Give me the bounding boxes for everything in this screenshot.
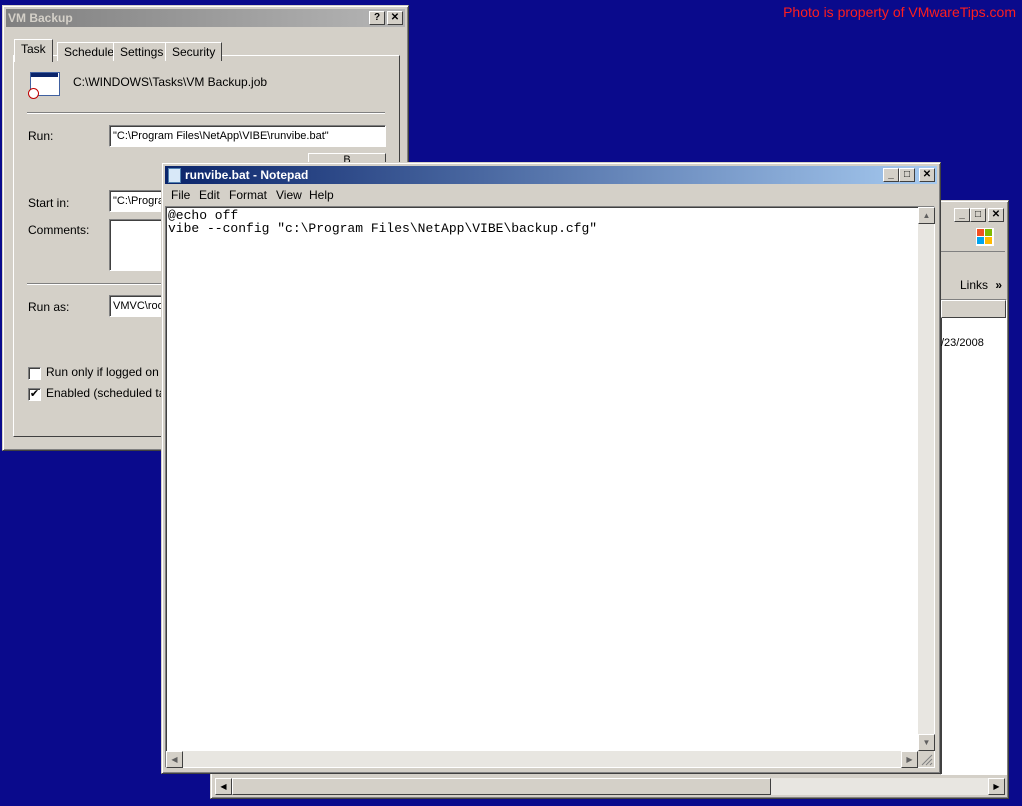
run-input[interactable]: "C:\Program Files\NetApp\VIBE\runvibe.ba… bbox=[109, 125, 386, 147]
links-toolbar-label[interactable]: Links » bbox=[960, 278, 1002, 292]
notepad-minimize-button[interactable]: _ bbox=[883, 168, 899, 182]
column-header[interactable] bbox=[941, 300, 1006, 318]
tab-security[interactable]: Security bbox=[165, 42, 223, 61]
windows-logo-icon bbox=[976, 228, 994, 246]
tab-task[interactable]: Task bbox=[14, 39, 53, 62]
scroll-left-button[interactable]: ◀ bbox=[215, 778, 232, 795]
vertical-scrollbar[interactable]: ▲ ▼ bbox=[918, 207, 935, 751]
explorer-minimize-button[interactable]: _ bbox=[954, 208, 970, 222]
explorer-maximize-button[interactable]: □ bbox=[970, 208, 986, 222]
divider-top bbox=[27, 112, 385, 114]
notepad-menubar: File Edit Format View Help bbox=[165, 185, 935, 205]
menu-file[interactable]: File bbox=[171, 188, 190, 202]
tab-settings[interactable]: Settings bbox=[113, 42, 171, 61]
vm-backup-close-button[interactable]: ✕ bbox=[387, 11, 403, 25]
notepad-scroll-right-button[interactable]: ▶ bbox=[901, 751, 918, 768]
explorer-close-button[interactable]: ✕ bbox=[988, 208, 1004, 222]
run-only-checkbox[interactable] bbox=[28, 367, 41, 380]
run-only-label: Run only if logged on bbox=[46, 365, 159, 379]
menu-view[interactable]: View bbox=[276, 188, 302, 202]
run-label: Run: bbox=[28, 129, 54, 143]
notepad-window[interactable]: runvibe.bat - Notepad _ □ ✕ File Edit Fo… bbox=[161, 162, 941, 774]
menu-edit[interactable]: Edit bbox=[199, 188, 220, 202]
vm-backup-title: VM Backup bbox=[8, 11, 73, 25]
menu-format[interactable]: Format bbox=[229, 188, 267, 202]
horizontal-scrollbar[interactable]: ◀ ▶ bbox=[166, 751, 918, 768]
task-file-icon bbox=[28, 72, 60, 100]
text-line-2: vibe --config "c:\Program Files\NetApp\V… bbox=[168, 221, 598, 236]
help-button[interactable]: ? bbox=[369, 11, 385, 25]
links-label: Links bbox=[960, 278, 989, 292]
scroll-thumb[interactable] bbox=[232, 778, 771, 795]
size-grip-lines bbox=[921, 754, 933, 766]
watermark-text: Photo is property of VMwareTips.com bbox=[783, 4, 1016, 20]
notepad-titlebar[interactable]: runvibe.bat - Notepad _ □ ✕ bbox=[165, 166, 937, 184]
comments-label: Comments: bbox=[28, 223, 90, 237]
notepad-file-icon bbox=[168, 168, 181, 183]
size-grip-icon[interactable] bbox=[918, 751, 934, 767]
notepad-scroll-left-button[interactable]: ◀ bbox=[166, 751, 183, 768]
start-in-label: Start in: bbox=[28, 196, 70, 210]
enabled-checkbox[interactable]: ✔ bbox=[28, 388, 41, 401]
explorer-horizontal-scrollbar[interactable]: ◀ ▶ bbox=[215, 778, 1005, 795]
divider-middle bbox=[27, 283, 167, 285]
vm-backup-titlebar[interactable]: VM Backup ? ✕ bbox=[6, 9, 405, 27]
explorer-file-list[interactable]: /23/2008 bbox=[940, 299, 1007, 775]
notepad-text-area[interactable]: @echo off vibe --config "c:\Program File… bbox=[165, 206, 935, 768]
run-as-label: Run as: bbox=[28, 300, 70, 314]
enabled-label: Enabled (scheduled task bbox=[46, 386, 178, 400]
menu-help[interactable]: Help bbox=[309, 188, 334, 202]
notepad-close-button[interactable]: ✕ bbox=[919, 168, 935, 182]
notepad-maximize-button[interactable]: □ bbox=[899, 168, 915, 182]
scroll-up-button[interactable]: ▲ bbox=[918, 207, 935, 224]
notepad-title: runvibe.bat - Notepad bbox=[185, 168, 309, 182]
explorer-toolbar bbox=[940, 223, 1005, 252]
scroll-right-button[interactable]: ▶ bbox=[988, 778, 1005, 795]
explorer-window-buttons: _ □ ✕ bbox=[954, 206, 1006, 222]
scroll-down-button[interactable]: ▼ bbox=[918, 734, 935, 751]
chevron-right-icon[interactable]: » bbox=[995, 278, 1002, 292]
date-modified-cell: /23/2008 bbox=[941, 337, 984, 349]
tab-schedule[interactable]: Schedule bbox=[57, 42, 122, 61]
job-path-text: C:\WINDOWS\Tasks\VM Backup.job bbox=[73, 75, 268, 89]
